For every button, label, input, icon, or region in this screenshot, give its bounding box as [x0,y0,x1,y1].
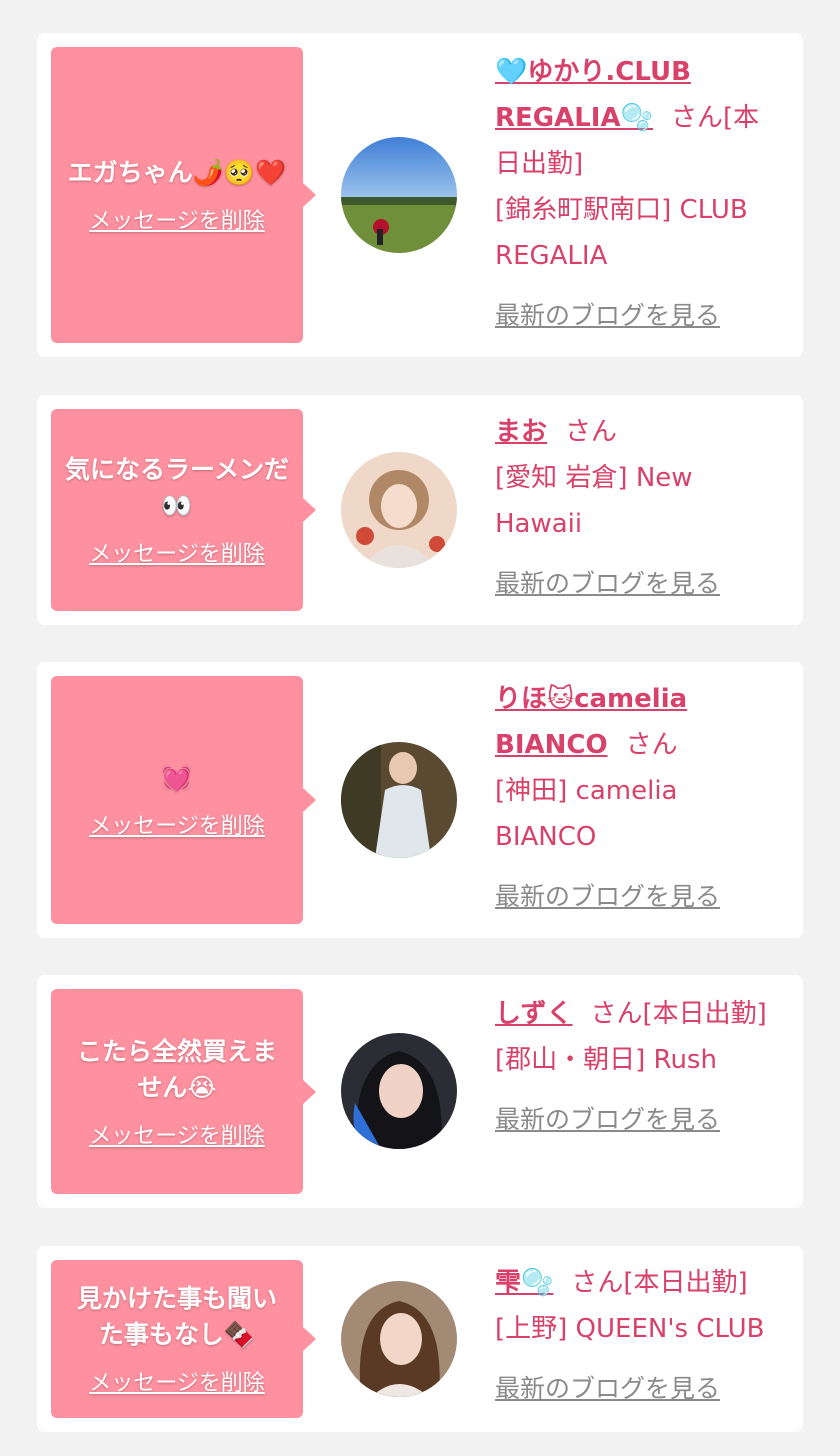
avatar[interactable] [341,742,457,858]
latest-blog-link[interactable]: 最新のブログを見る [495,1366,785,1412]
sender-name-link[interactable]: まお [495,417,547,447]
message-bubble: エガちゃん🌶️🥺❤️ メッセージを削除 [51,47,316,343]
message-bubble: 見かけた事も聞いた事もなし🍫 メッセージを削除 [51,1260,316,1418]
message-bubble: 💓 メッセージを削除 [51,676,316,924]
shop-location: [錦糸町駅南口] CLUB REGALIA [495,195,748,271]
message-text: 見かけた事も聞いた事もなし🍫 [76,1284,277,1349]
honorific-status: さん [565,417,618,447]
sender-name-link[interactable]: 雫🫧 [495,1268,553,1298]
sender-info: 雫🫧 さん[本日出勤] [上野] QUEEN's CLUB 最新のブログを見る [495,1260,785,1412]
list-item: 💓 メッセージを削除 りほ🐱camelia BIANCO さん [神田] came… [37,662,803,938]
list-item: 見かけた事も聞いた事もなし🍫 メッセージを削除 雫🫧 さん[本日出勤] [上野] … [37,1246,803,1432]
delete-message-link[interactable]: メッセージを削除 [89,808,265,840]
avatar[interactable] [341,137,457,253]
shop-location: [愛知 岩倉] New Hawaii [495,463,693,539]
list-item: こたら全然買えません😭 メッセージを削除 しずく さん[本日出勤] [郡山・朝日]… [37,975,803,1208]
message-bubble: こたら全然買えません😭 メッセージを削除 [51,989,316,1194]
latest-blog-link[interactable]: 最新のブログを見る [495,874,785,920]
sender-info: まお さん [愛知 岩倉] New Hawaii 最新のブログを見る [495,409,785,607]
shop-location: [神田] camelia BIANCO [495,776,678,852]
latest-blog-link[interactable]: 最新のブログを見る [495,293,785,339]
message-text: こたら全然買えません😭 [76,1036,277,1102]
honorific-status: さん [625,730,678,760]
delete-message-link[interactable]: メッセージを削除 [89,1118,265,1150]
shop-location: [郡山・朝日] Rush [495,1045,717,1075]
sender-name-link[interactable]: 🩵ゆかり.CLUB REGALIA🫧 [495,57,691,133]
list-item: エガちゃん🌶️🥺❤️ メッセージを削除 🩵ゆかり.CLUB REGALIA🫧 さん… [37,33,803,357]
sender-info: りほ🐱camelia BIANCO さん [神田] camelia BIANCO … [495,676,785,920]
delete-message-link[interactable]: メッセージを削除 [89,1365,265,1397]
message-text: エガちゃん🌶️🥺❤️ [67,158,287,187]
avatar[interactable] [341,1033,457,1149]
message-list: エガちゃん🌶️🥺❤️ メッセージを削除 🩵ゆかり.CLUB REGALIA🫧 さん… [0,0,840,1456]
message-text: 気になるラーメンだ👀 [65,455,290,520]
list-item: 気になるラーメンだ👀 メッセージを削除 まお さん [愛知 岩倉] New Haw… [37,395,803,625]
avatar[interactable] [341,452,457,568]
message-bubble: 気になるラーメンだ👀 メッセージを削除 [51,409,316,611]
avatar[interactable] [341,1281,457,1397]
sender-info: 🩵ゆかり.CLUB REGALIA🫧 さん[本日出勤] [錦糸町駅南口] CLUB… [495,49,785,339]
honorific-status: さん[本日出勤] [590,999,767,1029]
latest-blog-link[interactable]: 最新のブログを見る [495,1097,785,1143]
shop-location: [上野] QUEEN's CLUB [495,1314,765,1344]
message-text: 💓 [161,763,193,792]
sender-info: しずく さん[本日出勤] [郡山・朝日] Rush 最新のブログを見る [495,991,785,1143]
latest-blog-link[interactable]: 最新のブログを見る [495,561,785,607]
sender-name-link[interactable]: しずく [495,999,572,1029]
honorific-status: さん[本日出勤] [571,1268,748,1298]
delete-message-link[interactable]: メッセージを削除 [89,536,265,568]
delete-message-link[interactable]: メッセージを削除 [89,203,265,235]
